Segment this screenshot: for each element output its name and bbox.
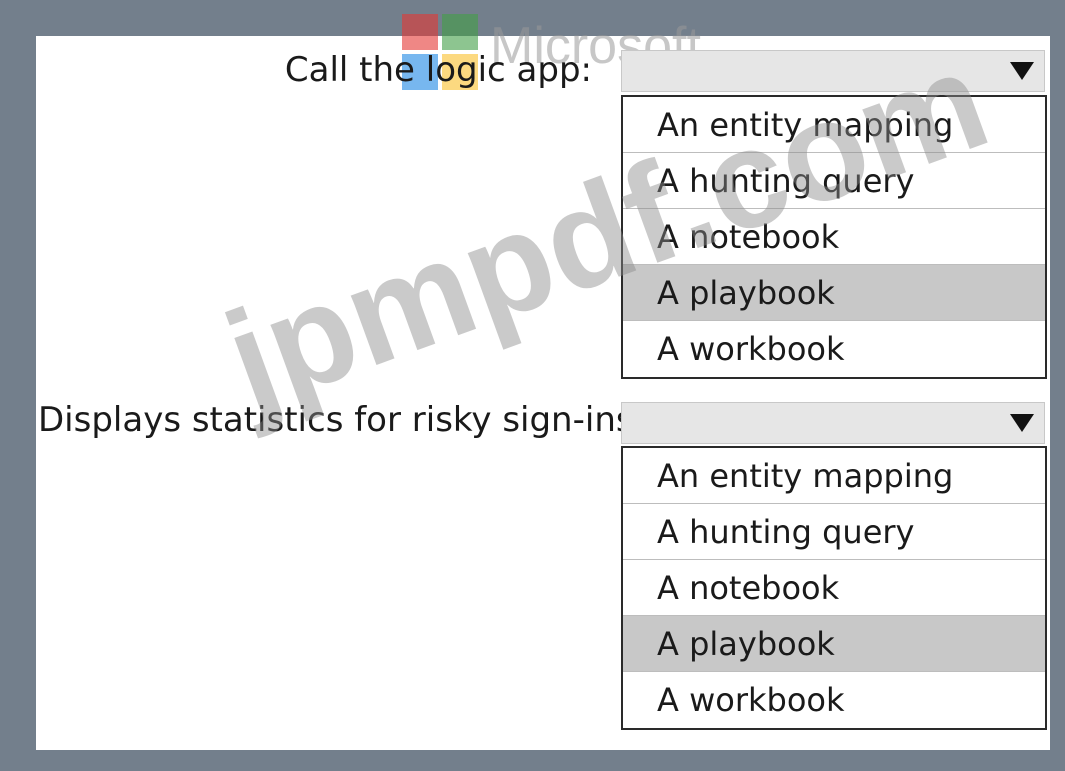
question-1-option-playbook[interactable]: A playbook <box>623 265 1045 321</box>
question-2-option-notebook[interactable]: A notebook <box>623 560 1045 616</box>
question-1-option-entity-mapping[interactable]: An entity mapping <box>623 97 1045 153</box>
question-2-option-list: An entity mapping A hunting query A note… <box>621 446 1047 730</box>
question-1-dropdown[interactable] <box>621 50 1045 92</box>
question-1-option-workbook[interactable]: A workbook <box>623 321 1045 377</box>
question-2-option-playbook[interactable]: A playbook <box>623 616 1045 672</box>
question-1-option-notebook[interactable]: A notebook <box>623 209 1045 265</box>
question-1-label: Call the logic app: <box>284 50 592 90</box>
caret-down-icon[interactable] <box>1006 407 1038 439</box>
question-2-option-workbook[interactable]: A workbook <box>623 672 1045 728</box>
question-2-label: Displays statistics for risky sign-ins: <box>38 400 646 440</box>
question-2-option-entity-mapping[interactable]: An entity mapping <box>623 448 1045 504</box>
question-1-option-list: An entity mapping A hunting query A note… <box>621 95 1047 379</box>
question-2-dropdown[interactable] <box>621 402 1045 444</box>
question-2-option-hunting-query[interactable]: A hunting query <box>623 504 1045 560</box>
caret-down-icon[interactable] <box>1006 55 1038 87</box>
question-1-option-hunting-query[interactable]: A hunting query <box>623 153 1045 209</box>
